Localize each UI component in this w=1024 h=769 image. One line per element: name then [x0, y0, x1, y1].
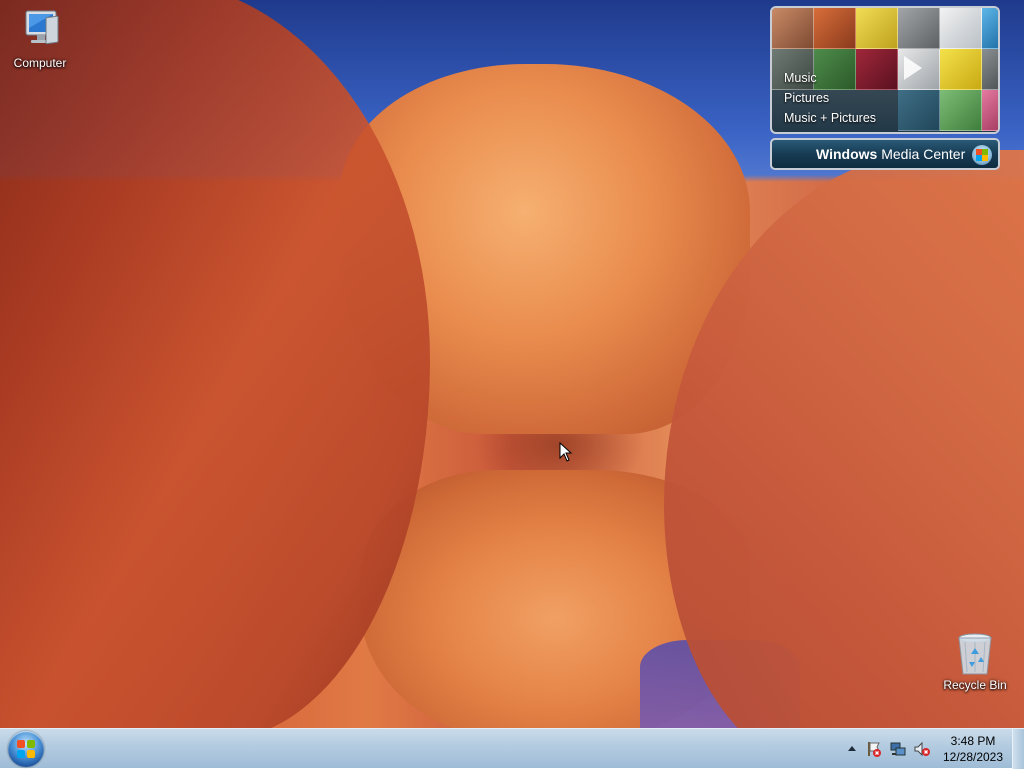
media-tile — [814, 8, 856, 49]
media-tile — [982, 8, 998, 49]
play-icon — [904, 56, 922, 80]
menu-item-pictures[interactable]: Pictures — [784, 88, 876, 108]
network-icon[interactable] — [890, 741, 906, 757]
media-tile — [856, 8, 898, 49]
taskbar: 3:48 PM 12/28/2023 — [0, 728, 1024, 769]
media-tile — [940, 8, 982, 49]
desktop-icon-label: Computer — [13, 56, 67, 70]
computer-icon — [16, 8, 64, 52]
desktop-wallpaper: Computer Recycle Bin Music Pictures Musi… — [0, 0, 1024, 728]
action-center-warning-icon[interactable] — [866, 741, 882, 757]
show-desktop-button[interactable] — [1012, 729, 1024, 769]
menu-item-music-pictures[interactable]: Music + Pictures — [784, 108, 876, 128]
desktop-icon-computer[interactable]: Computer — [0, 8, 80, 70]
media-tile — [940, 49, 982, 90]
volume-muted-icon[interactable] — [914, 741, 930, 757]
media-tile — [982, 49, 998, 90]
media-tile — [940, 90, 982, 131]
media-center-gadget[interactable]: Music Pictures Music + Pictures Windows … — [770, 6, 1000, 170]
canyon-wall-left — [0, 0, 430, 728]
desktop-icon-recycle-bin[interactable]: Recycle Bin — [935, 630, 1015, 692]
gadget-menu: Music Pictures Music + Pictures — [784, 68, 876, 128]
clock-time: 3:48 PM — [950, 734, 996, 748]
show-hidden-icons-icon[interactable] — [844, 741, 860, 757]
windows-orb-icon — [972, 145, 992, 165]
brand-bold: Windows — [816, 146, 878, 162]
system-clock[interactable]: 3:48 PM 12/28/2023 — [938, 733, 1008, 765]
start-button[interactable] — [8, 731, 44, 767]
media-tile — [772, 8, 814, 49]
media-center-bar[interactable]: Windows Media Center — [770, 138, 1000, 170]
desktop-icon-label: Recycle Bin — [943, 678, 1007, 692]
windows-flag-icon — [17, 740, 35, 758]
mouse-cursor-icon — [559, 442, 573, 462]
menu-item-music[interactable]: Music — [784, 68, 876, 88]
brand-rest: Media Center — [881, 146, 966, 162]
media-tile — [982, 90, 998, 131]
media-tile — [898, 8, 940, 49]
recycle-bin-icon — [951, 630, 999, 675]
media-tile — [898, 90, 940, 131]
clock-date: 12/28/2023 — [942, 750, 1004, 764]
